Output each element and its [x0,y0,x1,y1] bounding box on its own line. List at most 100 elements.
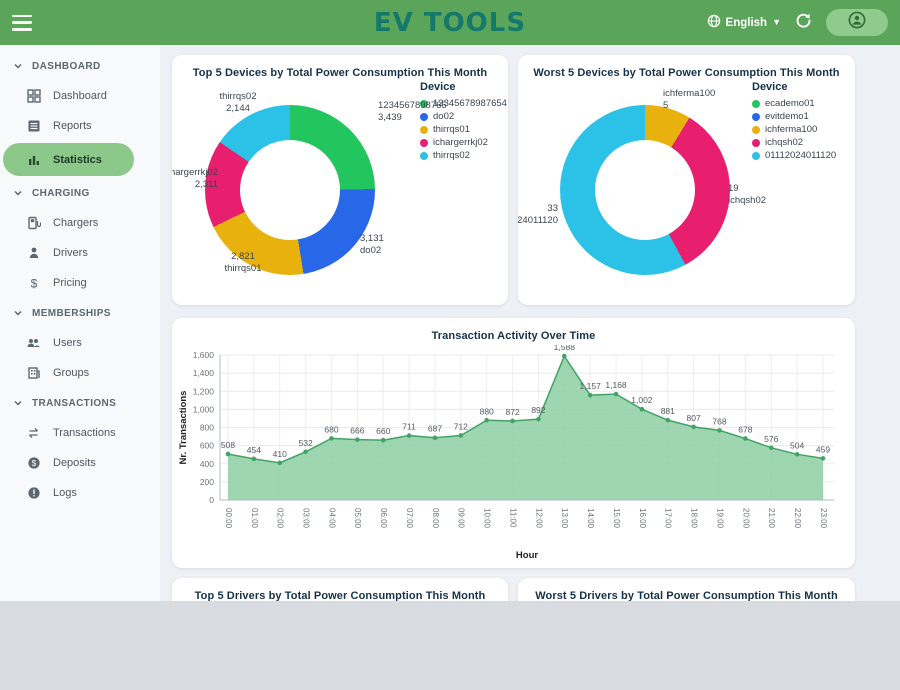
user-avatar-icon [848,11,866,34]
donut-chart-top-devices[interactable] [205,105,375,275]
chart-legend: Device ecademo01 evitdemo1 ichferma100 i… [752,81,836,162]
card-worst-devices: Worst 5 Devices by Total Power Consumpti… [518,55,855,305]
language-label: English [726,17,768,29]
svg-text:00:00: 00:00 [224,508,233,529]
sidebar-item-groups[interactable]: Groups [0,358,160,388]
sidebar-item-statistics[interactable]: Statistics [3,143,134,176]
bar-chart-icon [26,153,41,167]
globe-icon [707,14,721,31]
donut-chart-worst-devices[interactable] [560,105,730,275]
sidebar: DASHBOARD Dashboard Reports Statistics C… [0,45,160,601]
legend-item[interactable]: thirrqs02 [420,149,507,162]
chart-title: Transaction Activity Over Time [172,318,855,342]
legend-item[interactable]: ichargerrkj02 [420,136,507,149]
svg-text:532: 532 [299,438,313,448]
svg-text:11:00: 11:00 [508,508,517,528]
svg-text:$: $ [31,458,36,468]
transfer-arrows-icon [26,426,41,440]
area-chart[interactable]: 02004006008001,0001,2001,4001,6005084544… [172,345,855,568]
card-worst-drivers: Worst 5 Drivers by Total Power Consumpti… [518,578,855,601]
slice-label: thirrqs022,144 [208,91,268,115]
sidebar-item-reports[interactable]: Reports [0,111,160,141]
sidebar-section-dashboard[interactable]: DASHBOARD [0,51,160,81]
sidebar-section-memberships[interactable]: MEMBERSHIPS [0,298,160,328]
chart-title: Worst 5 Devices by Total Power Consumpti… [518,55,855,79]
svg-text:20:00: 20:00 [741,508,750,529]
legend-item[interactable]: ichferma100 [752,123,836,136]
sidebar-item-dashboard[interactable]: Dashboard [0,81,160,111]
sidebar-item-users[interactable]: Users [0,328,160,358]
svg-text:872: 872 [505,407,519,417]
hamburger-menu-icon[interactable] [12,15,32,31]
svg-text:881: 881 [661,406,675,416]
sidebar-item-logs[interactable]: Logs [0,478,160,508]
svg-text:1,400: 1,400 [193,368,215,378]
chart-title: Top 5 Devices by Total Power Consumption… [172,55,508,79]
svg-text:400: 400 [200,459,214,469]
svg-text:06:00: 06:00 [379,508,388,529]
svg-text:22:00: 22:00 [793,508,802,529]
refresh-icon [795,12,812,34]
svg-text:12:00: 12:00 [534,508,543,529]
svg-text:19:00: 19:00 [715,508,724,529]
svg-text:04:00: 04:00 [327,508,336,529]
caret-down-icon: ▼ [772,18,781,27]
chart-title: Top 5 Drivers by Total Power Consumption… [172,578,508,601]
svg-text:680: 680 [324,424,338,434]
svg-text:1,157: 1,157 [580,381,602,391]
legend-item[interactable]: 01112024011120 [752,149,836,162]
chevron-down-icon [13,188,23,198]
sidebar-item-deposits[interactable]: $ Deposits [0,448,160,478]
sidebar-item-chargers[interactable]: Chargers [0,208,160,238]
svg-text:02:00: 02:00 [276,508,285,529]
svg-text:454: 454 [247,445,261,455]
svg-text:711: 711 [402,422,416,432]
svg-text:08:00: 08:00 [431,508,440,529]
sidebar-section-transactions[interactable]: TRANSACTIONS [0,388,160,418]
slice-label: 2,821thirrqs01 [205,251,281,275]
deposit-dollar-icon: $ [26,456,41,470]
sidebar-item-transactions[interactable]: Transactions [0,418,160,448]
legend-item[interactable]: ecademo01 [752,97,836,110]
chevron-down-icon [13,61,23,71]
svg-text:13:00: 13:00 [560,508,569,529]
user-avatar-button[interactable] [826,9,888,36]
svg-text:16:00: 16:00 [638,508,647,529]
top-header-bar: EV TOOLS English ▼ [0,0,900,45]
language-selector[interactable]: English ▼ [707,14,781,31]
svg-text:05:00: 05:00 [353,508,362,529]
slice-label: 3,131do02 [360,233,384,257]
svg-text:576: 576 [764,434,778,444]
svg-text:508: 508 [221,440,235,450]
svg-text:21:00: 21:00 [767,508,776,529]
svg-text:0: 0 [209,495,214,505]
svg-text:459: 459 [816,444,830,454]
svg-text:1,168: 1,168 [605,380,627,390]
svg-text:880: 880 [480,406,494,416]
sidebar-item-drivers[interactable]: Drivers [0,238,160,268]
chart-title: Worst 5 Drivers by Total Power Consumpti… [518,578,855,601]
log-alert-icon [26,486,41,500]
legend-item[interactable]: ichqsh02 [752,136,836,149]
svg-text:01:00: 01:00 [250,508,259,529]
sidebar-section-charging[interactable]: CHARGING [0,178,160,208]
legend-item[interactable]: thirrqs01 [420,123,507,136]
svg-text:1,600: 1,600 [193,350,215,360]
card-top-devices: Top 5 Devices by Total Power Consumption… [172,55,508,305]
sidebar-item-pricing[interactable]: $ Pricing [0,268,160,298]
svg-text:807: 807 [687,413,701,423]
users-icon [26,336,41,350]
svg-text:660: 660 [376,426,390,436]
svg-text:09:00: 09:00 [457,508,466,529]
legend-item[interactable]: evitdemo1 [752,110,836,123]
svg-text:800: 800 [200,423,214,433]
chevron-down-icon [13,398,23,408]
svg-text:712: 712 [454,421,468,431]
refresh-button[interactable] [795,12,812,34]
groups-icon [26,366,41,380]
main-content: Top 5 Devices by Total Power Consumption… [160,45,900,601]
driver-icon [26,246,41,260]
svg-text:14:00: 14:00 [586,508,595,529]
svg-text:768: 768 [712,416,726,426]
svg-text:Hour: Hour [516,550,538,561]
